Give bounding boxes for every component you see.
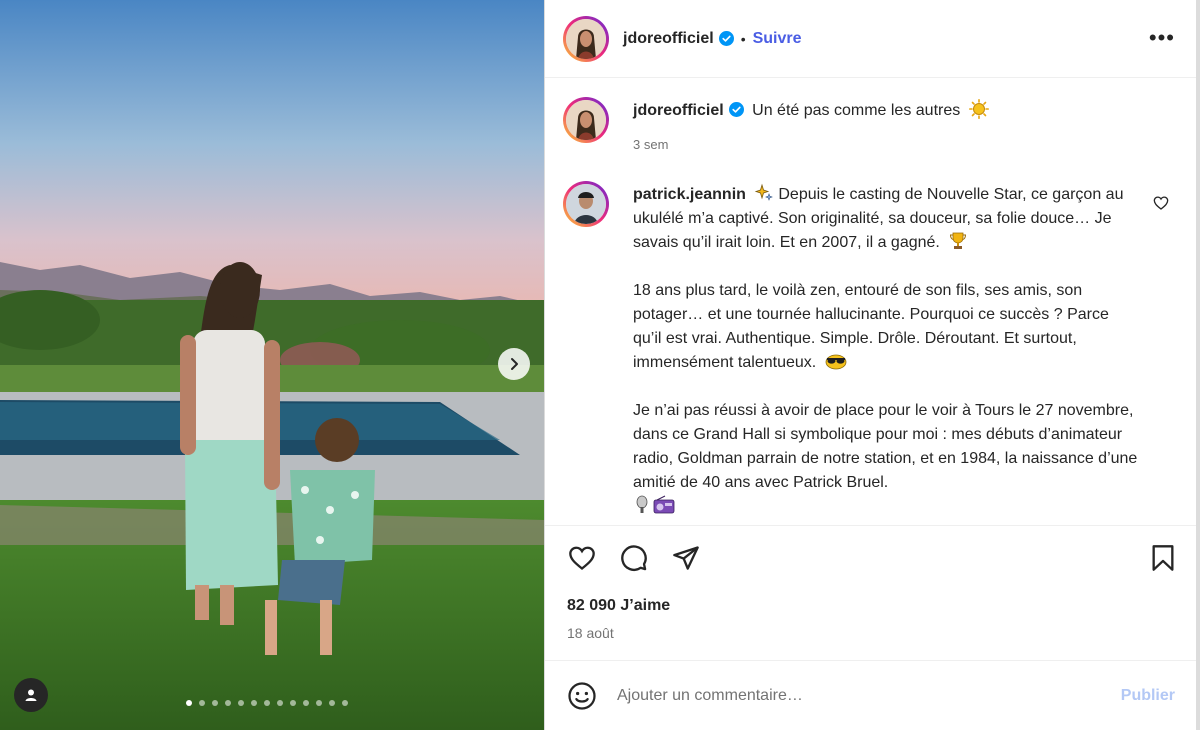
caption-timestamp[interactable]: 3 sem	[633, 133, 1139, 157]
comment-paragraph-2: 18 ans plus tard, le voilà zen, entouré …	[633, 279, 1139, 375]
post-date: 18 août	[567, 625, 614, 641]
sun-emoji-icon	[968, 99, 989, 120]
carousel-dot	[199, 700, 205, 706]
carousel-dot	[251, 700, 257, 706]
tagged-users-button[interactable]	[14, 678, 48, 712]
comment-bubble-icon[interactable]	[619, 544, 649, 572]
save-bookmark-icon[interactable]	[1149, 544, 1177, 572]
verified-badge-icon	[718, 31, 734, 46]
sparkles-emoji-icon	[755, 183, 774, 201]
post-header: jdoreofficiel • Suivre •••	[545, 0, 1197, 78]
separator-dot: •	[740, 30, 746, 47]
next-photo-button[interactable]	[498, 348, 530, 380]
avatar-image	[566, 184, 606, 224]
radio-emoji-icon	[653, 495, 675, 514]
comment-paragraph-1: patrick.jeannin Depuis le casting de Nou…	[633, 183, 1139, 255]
post-photo[interactable]	[0, 0, 544, 730]
comment-input[interactable]	[615, 685, 1121, 706]
caption-text-line: jdoreofficiel Un été pas comme les autre…	[633, 99, 1139, 123]
carousel-dots	[186, 700, 348, 706]
follow-button[interactable]: Suivre	[753, 30, 802, 48]
window-edge	[1196, 0, 1200, 730]
author-username[interactable]: jdoreofficiel	[623, 30, 714, 48]
commenter-username[interactable]: patrick.jeannin	[633, 186, 746, 203]
caption-row: jdoreofficiel Un été pas comme les autre…	[563, 97, 1179, 167]
share-send-icon[interactable]	[671, 544, 701, 572]
avatar-image	[566, 100, 606, 140]
carousel-dot	[342, 700, 348, 706]
avatar-image	[566, 18, 606, 59]
carousel-dot	[329, 700, 335, 706]
carousel-dot	[186, 700, 192, 706]
carousel-dot	[225, 700, 231, 706]
carousel-dot	[303, 700, 309, 706]
caption-author-avatar[interactable]	[563, 97, 609, 143]
more-options-icon[interactable]: •••	[1149, 27, 1175, 49]
like-heart-icon[interactable]	[567, 544, 597, 572]
carousel-dot	[290, 700, 296, 706]
microphone-emoji-icon	[636, 495, 648, 513]
user-icon	[25, 689, 37, 701]
carousel-dot	[316, 700, 322, 706]
emoji-smiley-icon[interactable]	[567, 681, 597, 711]
likes-count[interactable]: 82 090 J’aime	[567, 597, 670, 615]
post-panel: jdoreofficiel • Suivre ••• jdoreofficiel…	[544, 0, 1197, 730]
carousel-dot	[277, 700, 283, 706]
carousel-dot	[238, 700, 244, 706]
like-comment-heart-icon[interactable]	[1153, 195, 1169, 211]
carousel-dot	[264, 700, 270, 706]
trophy-emoji-icon	[950, 232, 967, 249]
commenter-avatar[interactable]	[563, 181, 609, 227]
action-bar	[545, 525, 1197, 588]
publish-button[interactable]: Publier	[1121, 687, 1175, 705]
comment-text-3: Je n’ai pas réussi à avoir de place pour…	[633, 402, 1138, 491]
comments-section: jdoreofficiel Un été pas comme les autre…	[545, 79, 1197, 525]
caption-username[interactable]: jdoreofficiel	[633, 102, 724, 119]
verified-badge-icon	[728, 102, 744, 117]
chevron-right-icon	[511, 358, 518, 370]
author-avatar[interactable]	[563, 15, 609, 62]
caption-text: Un été pas comme les autres	[752, 102, 961, 119]
add-comment-bar: Publier	[545, 660, 1197, 730]
comment-paragraph-3: Je n’ai pas réussi à avoir de place pour…	[633, 399, 1139, 519]
comment-item: patrick.jeannin Depuis le casting de Nou…	[563, 181, 1179, 521]
sunglasses-emoji-icon	[825, 354, 847, 370]
comment-text-2: 18 ans plus tard, le voilà zen, entouré …	[633, 282, 1109, 371]
carousel-dot	[212, 700, 218, 706]
